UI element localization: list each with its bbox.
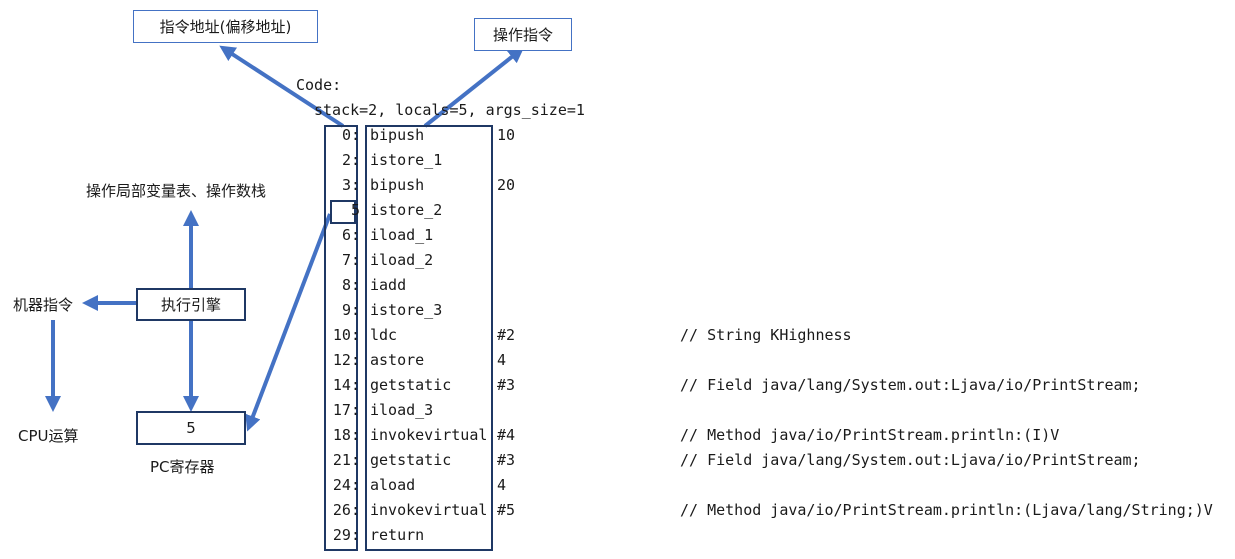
pc-register-label: PC寄存器 (150, 458, 215, 476)
instruction-comment: // Field java/lang/System.out:Ljava/io/P… (680, 376, 1141, 394)
instruction-opcode: getstatic (370, 451, 452, 469)
instruction-arg: 20 (497, 176, 516, 194)
pc-register-value: 5 (186, 419, 196, 437)
instruction-comment: // String KHighness (680, 326, 852, 344)
instruction-opcode: iadd (370, 276, 407, 294)
instruction-offset: 10: (332, 326, 360, 344)
instruction-opcode: invokevirtual (370, 501, 488, 519)
instruction-opcode: istore_3 (370, 301, 443, 319)
address-callout-label: 指令地址(偏移地址) (159, 18, 292, 36)
instruction-opcode: iload_1 (370, 226, 434, 244)
operation-callout: 操作指令 (474, 18, 572, 51)
instruction-row: 29: return (0, 523, 1235, 548)
instruction-opcode: invokevirtual (370, 426, 488, 444)
instruction-arg: #2 (497, 326, 516, 344)
instruction-row: 0: bipush 10 (0, 123, 1235, 148)
instruction-arg: #4 (497, 426, 516, 444)
cpu-label: CPU运算 (18, 427, 79, 445)
instruction-offset: 9: (341, 301, 360, 319)
code-label: Code: (296, 76, 342, 94)
engine-box-label: 执行引擎 (160, 296, 221, 314)
instruction-offset: 17: (332, 401, 360, 419)
instruction-opcode: bipush (370, 176, 425, 194)
instruction-arg: #3 (497, 376, 516, 394)
instruction-opcode: ldc (370, 326, 398, 344)
instruction-opcode: bipush (370, 126, 425, 144)
instruction-offset: 0: (341, 126, 360, 144)
instruction-arg: #5 (497, 501, 516, 519)
instruction-opcode: getstatic (370, 376, 452, 394)
instruction-row: 14: getstatic #3 // Field java/lang/System.… (0, 373, 1235, 398)
instruction-offset: 2: (341, 151, 360, 169)
operation-callout-label: 操作指令 (492, 26, 553, 44)
instruction-arg: #3 (497, 451, 516, 469)
instruction-opcode: iload_3 (370, 401, 434, 419)
instruction-row: 12: astore 4 (0, 348, 1235, 373)
instruction-offset: 14: (332, 376, 360, 394)
instruction-offset: 5 (350, 201, 360, 219)
instruction-row: 10: ldc #2 // String KHighness (0, 323, 1235, 348)
instruction-offset: 6: (341, 226, 360, 244)
instruction-opcode: return (370, 526, 425, 544)
instruction-arg: 4 (497, 351, 507, 369)
instruction-offset: 3: (341, 176, 360, 194)
instruction-offset: 18: (332, 426, 360, 444)
instruction-opcode: istore_1 (370, 151, 443, 169)
instruction-offset: 12: (332, 351, 360, 369)
up-label: 操作局部变量表、操作数栈 (86, 182, 267, 200)
instruction-comment: // Field java/lang/System.out:Ljava/io/P… (680, 451, 1141, 469)
instruction-row: 5 istore_2 (0, 198, 1235, 223)
instruction-opcode: aload (370, 476, 416, 494)
instruction-opcode: istore_2 (370, 201, 443, 219)
instruction-row: 26: invokevirtual #5 // Method java/io/Prin… (0, 498, 1235, 523)
stack-line: stack=2, locals=5, args_size=1 (314, 101, 585, 119)
instruction-arg: 10 (497, 126, 516, 144)
instruction-row: 2: istore_1 (0, 148, 1235, 173)
instruction-offset: 7: (341, 251, 360, 269)
machine-instruction-label: 机器指令 (13, 296, 74, 314)
instruction-offset: 21: (332, 451, 360, 469)
engine-box: 执行引擎 (136, 288, 246, 321)
instruction-row: 7: iload_2 (0, 248, 1235, 273)
instruction-offset: 29: (332, 526, 360, 544)
pc-register-box: 5 (136, 411, 246, 445)
instruction-offset: 26: (332, 501, 360, 519)
instruction-opcode: iload_2 (370, 251, 434, 269)
instruction-comment: // Method java/io/PrintStream.println:(I… (680, 426, 1060, 444)
instruction-offset: 24: (332, 476, 360, 494)
instruction-opcode: astore (370, 351, 425, 369)
instruction-row: 6: iload_1 (0, 223, 1235, 248)
instruction-arg: 4 (497, 476, 507, 494)
instruction-offset: 8: (341, 276, 360, 294)
instruction-comment: // Method java/io/PrintStream.println:(L… (680, 501, 1213, 519)
address-callout: 指令地址(偏移地址) (133, 10, 318, 43)
